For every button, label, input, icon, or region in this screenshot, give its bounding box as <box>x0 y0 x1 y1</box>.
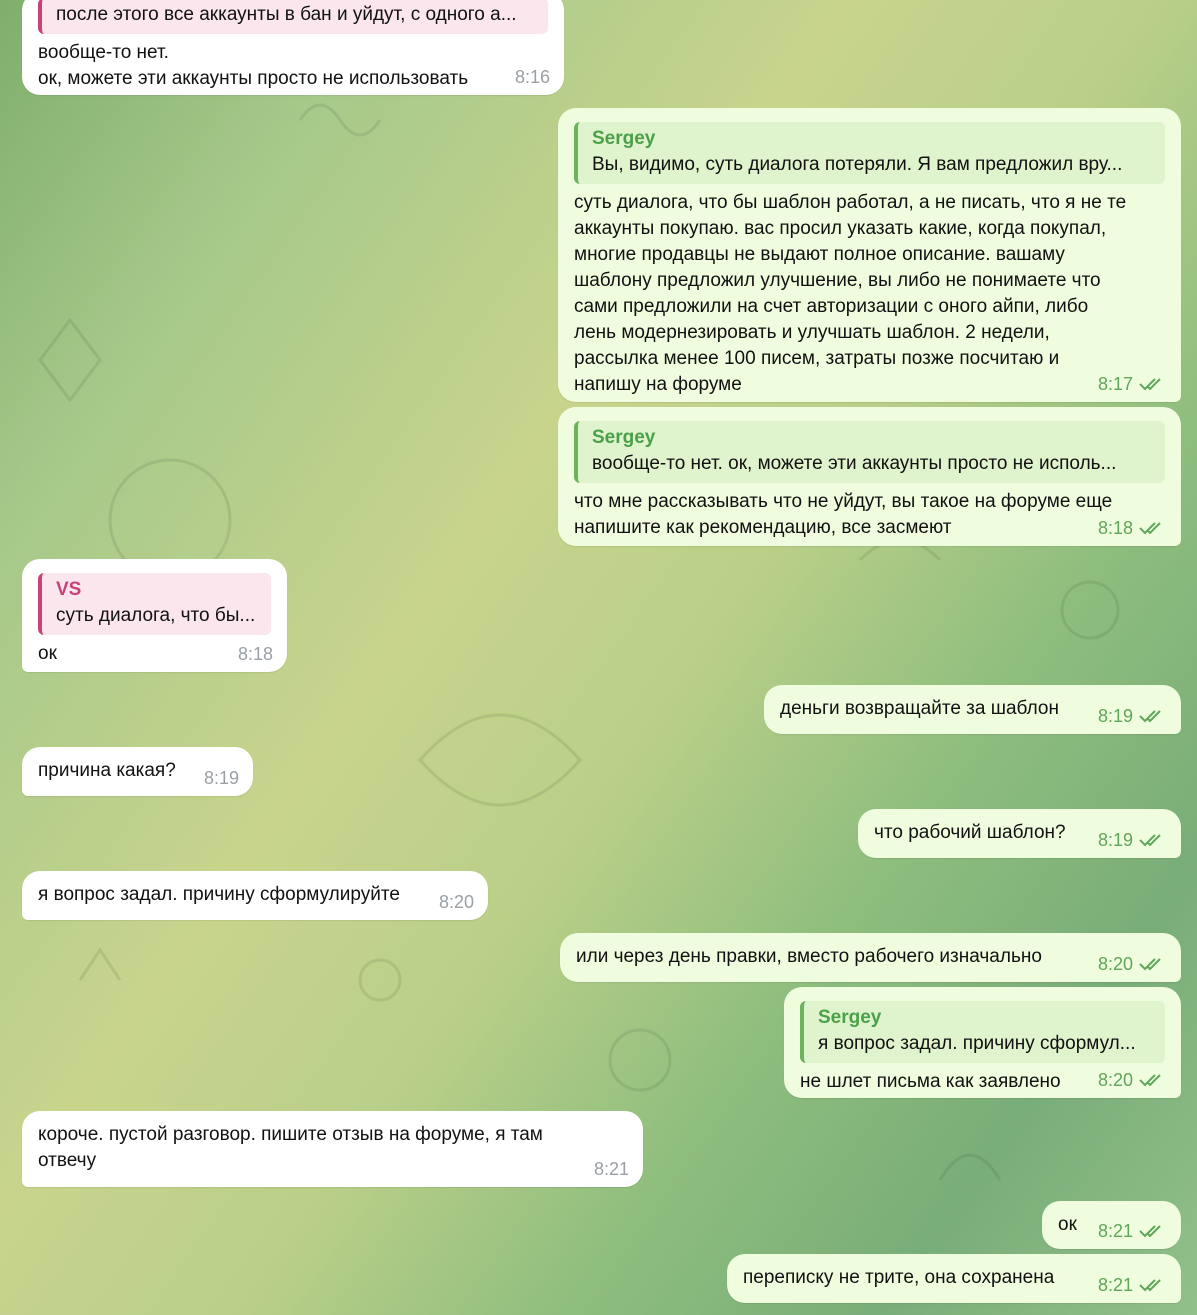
reply-quote[interactable]: Sergey Вы, видимо, суть диалога потеряли… <box>574 122 1165 184</box>
double-check-icon <box>1139 377 1165 391</box>
message-incoming[interactable]: причина какая? 8:19 <box>22 747 253 796</box>
message-time: 8:18 <box>237 644 273 664</box>
message-time: 8:19 <box>1098 706 1165 726</box>
message-outgoing[interactable]: или через день правки, вместо рабочего и… <box>560 933 1181 982</box>
message-outgoing[interactable]: Sergey Вы, видимо, суть диалога потеряли… <box>558 108 1181 402</box>
reply-quote-text: Вы, видимо, суть диалога потеряли. Я вам… <box>592 154 1123 175</box>
message-outgoing[interactable]: что рабочий шаблон? 8:19 <box>858 809 1181 858</box>
double-check-icon <box>1139 709 1165 723</box>
message-text: я вопрос задал. причину сформулируйте <box>38 884 400 905</box>
message-time: 8:20 <box>1098 1070 1165 1090</box>
message-text: что мне рассказывать что не уйдут, вы та… <box>574 491 1113 538</box>
message-incoming[interactable]: после этого все аккаунты в бан и уйдут, … <box>22 0 564 95</box>
message-time: 8:20 <box>438 892 474 912</box>
reply-quote-sender: Sergey <box>592 128 656 149</box>
double-check-icon <box>1139 1278 1165 1292</box>
reply-quote[interactable]: VS суть диалога, что бы... <box>38 573 271 635</box>
reply-quote-sender: Sergey <box>818 1007 882 1028</box>
message-text: вообще-то нет. ок, можете эти аккаунты п… <box>38 42 469 89</box>
reply-quote-sender: Sergey <box>592 427 656 448</box>
reply-quote[interactable]: Sergey я вопрос задал. причину сформул..… <box>800 1001 1165 1063</box>
message-time: 8:21 <box>593 1159 629 1179</box>
reply-quote-sender: VS <box>56 579 82 600</box>
chat-messages-area[interactable]: после этого все аккаунты в бан и уйдут, … <box>0 0 1197 1315</box>
double-check-icon <box>1139 833 1165 847</box>
reply-quote-text: после этого все аккаунты в бан и уйдут, … <box>56 4 517 25</box>
message-incoming[interactable]: я вопрос задал. причину сформулируйте 8:… <box>22 871 488 920</box>
message-outgoing[interactable]: Sergey я вопрос задал. причину сформул..… <box>784 987 1181 1098</box>
message-incoming[interactable]: короче. пустой разговор. пишите отзыв на… <box>22 1111 643 1187</box>
reply-quote-text: я вопрос задал. причину сформул... <box>818 1033 1136 1054</box>
message-time: 8:21 <box>1098 1275 1165 1295</box>
message-text: суть диалога, что бы шаблон работал, а н… <box>574 192 1127 395</box>
double-check-icon <box>1139 1224 1165 1238</box>
message-time: 8:17 <box>1098 374 1165 394</box>
message-text: короче. пустой разговор. пишите отзыв на… <box>38 1124 543 1171</box>
reply-quote-text: суть диалога, что бы... <box>56 605 256 626</box>
reply-quote[interactable]: после этого все аккаунты в бан и уйдут, … <box>38 0 548 34</box>
reply-quote[interactable]: Sergey вообще-то нет. ок, можете эти акк… <box>574 421 1165 483</box>
message-outgoing[interactable]: Sergey вообще-то нет. ок, можете эти акк… <box>558 407 1181 546</box>
message-outgoing[interactable]: деньги возвращайте за шаблон 8:19 <box>764 685 1181 734</box>
message-text: или через день правки, вместо рабочего и… <box>576 946 1042 967</box>
double-check-icon <box>1139 1073 1165 1087</box>
message-outgoing[interactable]: переписку не трите, она сохранена 8:21 <box>727 1254 1181 1303</box>
message-time: 8:16 <box>514 67 550 87</box>
message-time: 8:19 <box>203 768 239 788</box>
message-time: 8:21 <box>1098 1221 1165 1241</box>
reply-quote-text: вообще-то нет. ок, можете эти аккаунты п… <box>592 453 1117 474</box>
message-outgoing[interactable]: ок 8:21 <box>1042 1201 1181 1249</box>
double-check-icon <box>1139 521 1165 535</box>
message-text: ок <box>38 643 57 664</box>
message-time: 8:18 <box>1098 518 1165 538</box>
message-time: 8:20 <box>1098 954 1165 974</box>
double-check-icon <box>1139 957 1165 971</box>
message-time: 8:19 <box>1098 830 1165 850</box>
message-incoming[interactable]: VS суть диалога, что бы... ок 8:18 <box>22 559 287 672</box>
